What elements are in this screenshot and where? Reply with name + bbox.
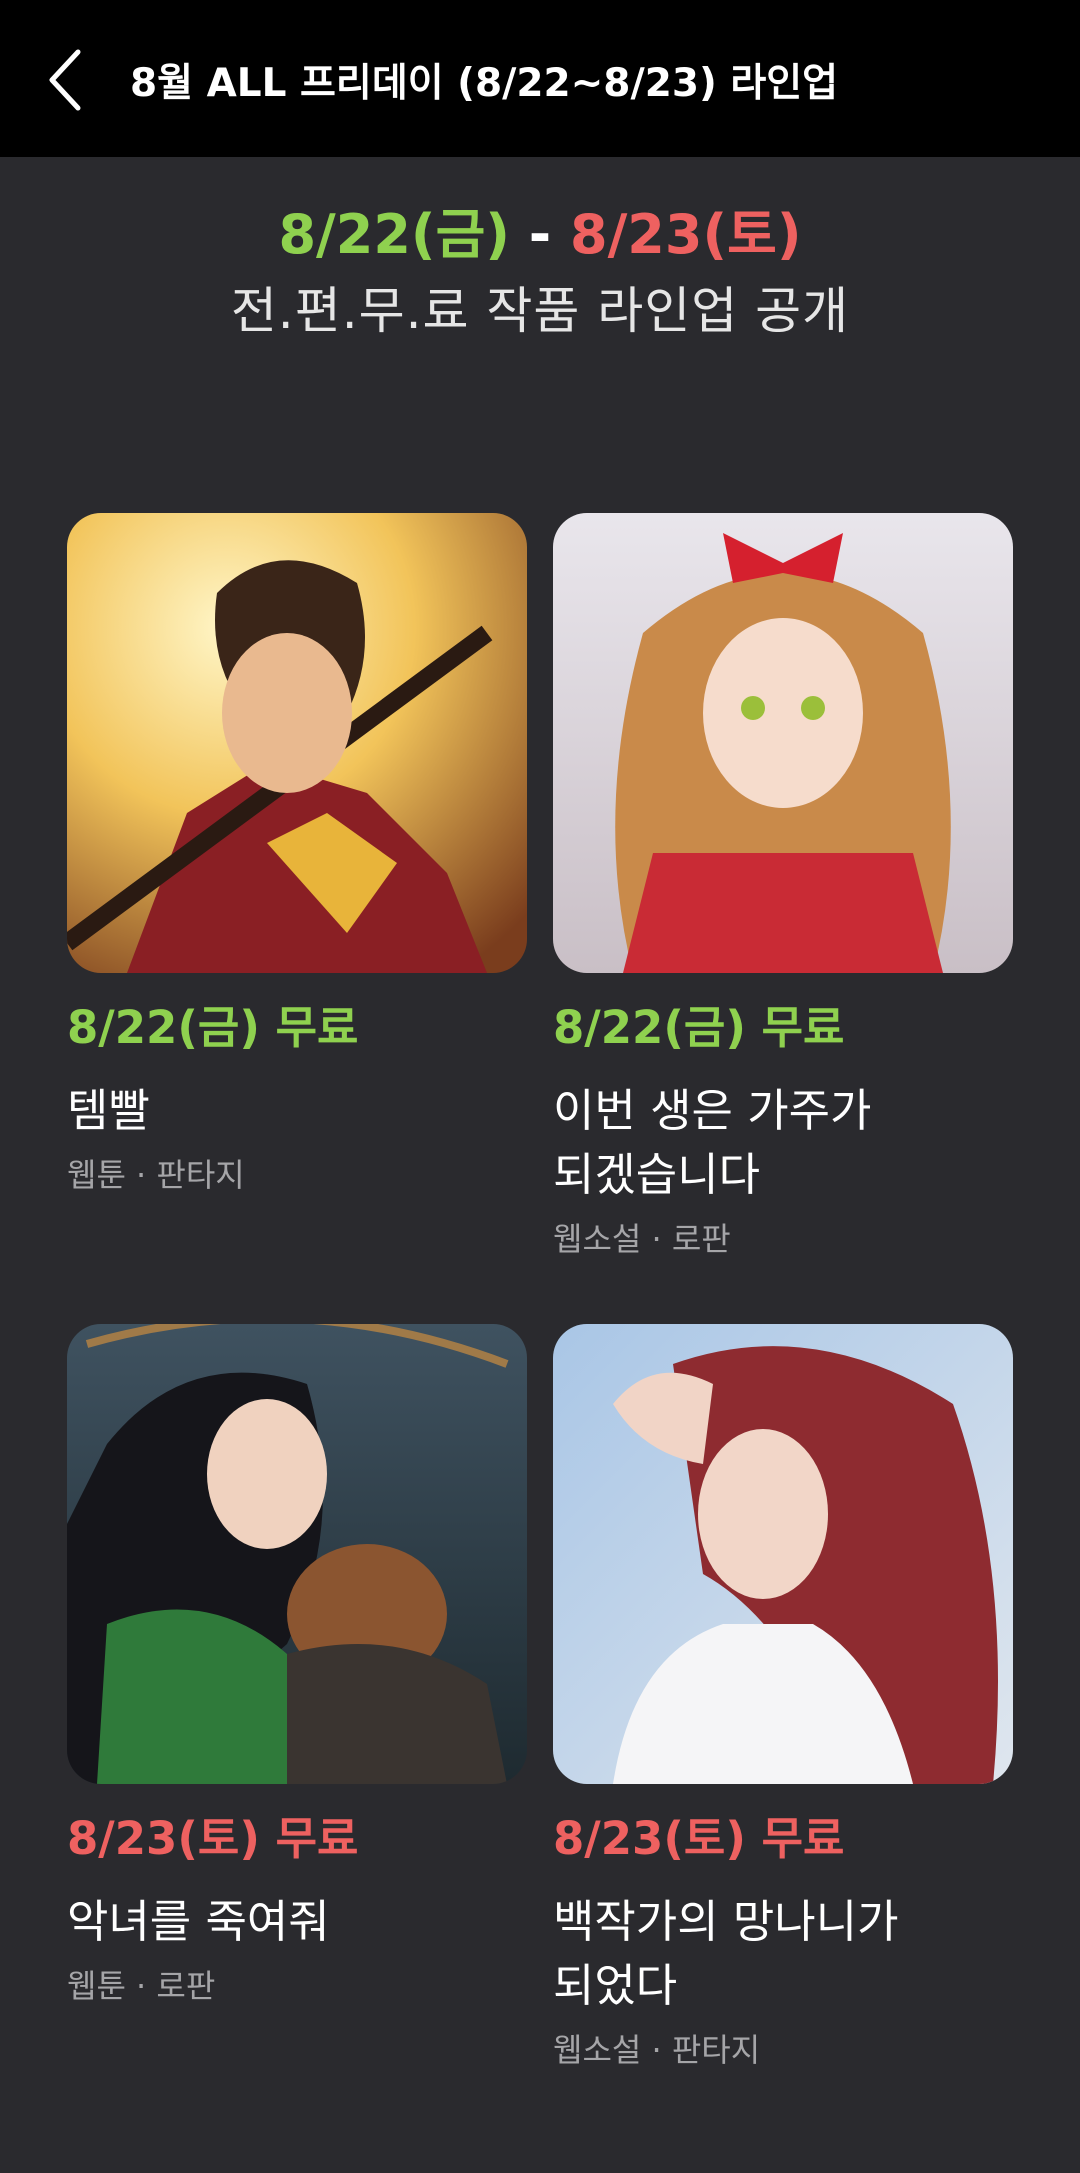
- page-title: 8월 ALL 프리데이 (8/22~8/23) 라인업: [130, 61, 839, 106]
- free-date-badge: 8/23(토) 무료: [553, 1812, 845, 1865]
- work-title: 이번 생은 가주가 되겠습니다: [553, 1079, 1013, 1207]
- work-meta: 웹소설 · 로판: [553, 1220, 731, 1258]
- hero-banner: 8/22(금) - 8/23(토) 전.편.무.료 작품 라인업 공개: [0, 200, 1080, 346]
- back-arrow-icon[interactable]: [40, 40, 100, 120]
- work-title-line: 악녀를 죽여줘: [67, 1895, 330, 1948]
- hero-dates: 8/22(금) - 8/23(토): [0, 200, 1080, 270]
- work-meta: 웹툰 · 로판: [67, 1967, 216, 2005]
- work-thumbnail[interactable]: [553, 513, 1013, 973]
- work-title: 템빨: [67, 1079, 527, 1143]
- work-card[interactable]: 8/22(금) 무료 템빨 웹툰 · 판타지: [67, 513, 527, 1197]
- work-thumbnail[interactable]: [553, 1324, 1013, 1784]
- work-card[interactable]: 8/23(토) 무료 백작가의 망나니가 되었다 웹소설 · 판타지: [553, 1324, 1013, 2072]
- work-thumbnail[interactable]: [67, 513, 527, 973]
- work-card[interactable]: 8/22(금) 무료 이번 생은 가주가 되겠습니다 웹소설 · 로판: [553, 513, 1013, 1261]
- work-title-line: 되었다: [553, 1959, 678, 2012]
- free-date-badge: 8/23(토) 무료: [67, 1812, 359, 1865]
- work-title: 악녀를 죽여줘: [67, 1890, 527, 1954]
- work-title-line: 이번 생은 가주가: [553, 1084, 872, 1137]
- hero-date-end: 8/23(토): [570, 203, 802, 266]
- work-meta: 웹소설 · 판타지: [553, 2031, 761, 2069]
- hero-date-start: 8/22(금): [278, 203, 510, 266]
- work-title: 백작가의 망나니가 되었다: [553, 1890, 1013, 2018]
- free-date-badge: 8/22(금) 무료: [67, 1001, 359, 1054]
- work-title-line: 백작가의 망나니가: [553, 1895, 899, 1948]
- top-bar: 8월 ALL 프리데이 (8/22~8/23) 라인업: [0, 0, 1080, 157]
- hero-subtitle: 전.편.무.료 작품 라인업 공개: [230, 282, 850, 340]
- free-date-badge: 8/22(금) 무료: [553, 1001, 845, 1054]
- work-meta: 웹툰 · 판타지: [67, 1156, 245, 1194]
- work-thumbnail[interactable]: [67, 1324, 527, 1784]
- work-title-line: 템빨: [67, 1084, 150, 1137]
- hero-date-separator: -: [528, 203, 552, 266]
- work-card[interactable]: 8/23(토) 무료 악녀를 죽여줘 웹툰 · 로판: [67, 1324, 527, 2008]
- work-title-line: 되겠습니다: [553, 1148, 761, 1201]
